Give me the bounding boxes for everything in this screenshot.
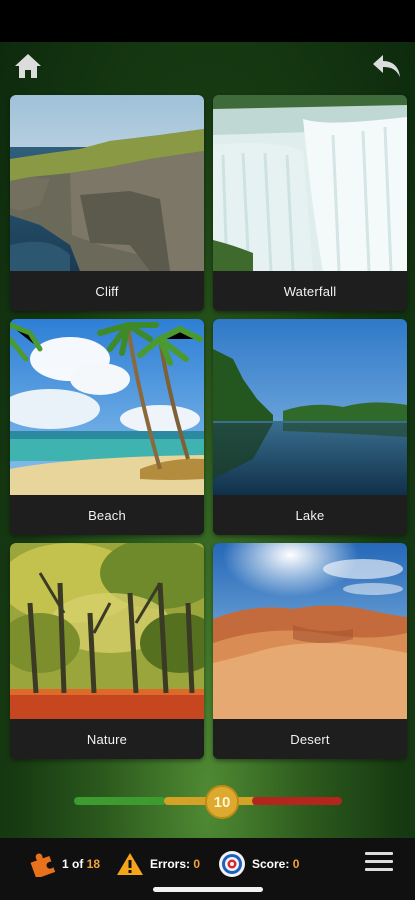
home-icon[interactable] <box>12 50 44 82</box>
category-label: Desert <box>213 719 407 759</box>
hamburger-menu-icon[interactable] <box>365 848 395 878</box>
difficulty-slider[interactable]: 10 <box>74 783 342 823</box>
slider-track-hard <box>252 797 342 805</box>
category-card-desert[interactable]: Desert <box>213 543 407 759</box>
category-grid: Cliff Waterfall Beach Lake Nature Desert <box>10 95 407 761</box>
home-indicator <box>153 887 263 892</box>
desert-image <box>213 543 407 719</box>
lake-image <box>213 319 407 495</box>
waterfall-image <box>213 95 407 271</box>
category-label: Cliff <box>10 271 204 311</box>
category-label: Nature <box>10 719 204 759</box>
category-card-beach[interactable]: Beach <box>10 319 204 535</box>
category-card-nature[interactable]: Nature <box>10 543 204 759</box>
nature-image <box>10 543 204 719</box>
category-label: Lake <box>213 495 407 535</box>
category-card-cliff[interactable]: Cliff <box>10 95 204 311</box>
score-stat: Score: 0 <box>218 849 299 879</box>
undo-arrow-icon[interactable] <box>371 50 403 82</box>
category-label: Waterfall <box>213 271 407 311</box>
slider-track-easy <box>74 797 166 805</box>
category-card-lake[interactable]: Lake <box>213 319 407 535</box>
errors-text: Errors: 0 <box>150 857 201 871</box>
errors-stat: Errors: 0 <box>116 849 200 879</box>
warning-icon <box>117 853 143 875</box>
progress-text: 1 of 18 <box>62 857 101 871</box>
category-card-waterfall[interactable]: Waterfall <box>213 95 407 311</box>
slider-knob[interactable]: 10 <box>205 785 239 819</box>
target-icon <box>219 851 245 877</box>
beach-image <box>10 319 204 495</box>
cliff-image <box>10 95 204 271</box>
score-text: Score: 0 <box>252 857 300 871</box>
status-bar <box>0 0 415 42</box>
progress-stat: 1 of 18 <box>28 849 100 879</box>
puzzle-piece-icon <box>30 853 56 877</box>
category-label: Beach <box>10 495 204 535</box>
